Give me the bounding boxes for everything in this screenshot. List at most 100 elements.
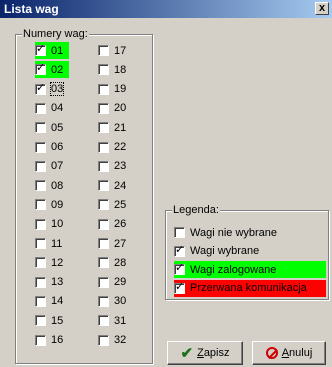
checkbox-row[interactable]: ✓ 03 <box>35 81 65 98</box>
checkbox-row[interactable]: 16 <box>35 332 63 349</box>
checkbox-row[interactable]: ✓ Wagi zalogowane <box>174 261 326 278</box>
checkbox-row[interactable]: Wagi nie wybrane <box>174 224 277 241</box>
checkbox-row[interactable]: 29 <box>98 274 126 291</box>
checkbox-label: Przerwana komunikacja <box>190 282 307 294</box>
checkbox[interactable]: ✓ <box>35 62 46 76</box>
checkbox-row[interactable]: 23 <box>98 158 126 175</box>
checkbox-label: 18 <box>114 63 127 76</box>
checkbox-label: 31 <box>114 314 127 327</box>
title-bar[interactable]: Lista wag x <box>0 0 332 18</box>
checkbox-row[interactable]: 18 <box>98 61 126 78</box>
checkbox[interactable] <box>35 315 46 327</box>
checkbox[interactable] <box>98 199 109 211</box>
checkbox-row[interactable]: 25 <box>98 196 126 213</box>
checkbox-row[interactable]: 15 <box>35 312 63 329</box>
checkbox-label: 14 <box>51 295 64 308</box>
cancel-button[interactable]: Anuluj <box>252 341 326 365</box>
window-title: Lista wag <box>4 2 59 16</box>
checkbox-row[interactable]: 31 <box>98 312 126 329</box>
checkbox[interactable] <box>98 315 109 327</box>
checkbox[interactable] <box>35 180 46 192</box>
checkbox[interactable] <box>98 218 109 230</box>
close-button[interactable]: x <box>315 2 329 15</box>
checkbox-label: 20 <box>114 102 127 115</box>
checkbox[interactable]: ✓ <box>174 262 185 275</box>
checkbox[interactable] <box>98 160 109 172</box>
checkbox-label: 22 <box>114 141 127 153</box>
checkbox-label: 28 <box>114 256 127 269</box>
checkbox-row[interactable]: 09 <box>35 196 63 213</box>
checkbox-label: 27 <box>114 237 127 250</box>
checkbox-row[interactable]: 32 <box>98 332 126 349</box>
checkbox[interactable] <box>35 122 46 134</box>
checkbox-row[interactable]: 24 <box>98 177 126 194</box>
checkbox-row[interactable]: 26 <box>98 216 126 233</box>
checkbox[interactable] <box>98 334 109 346</box>
checkbox-label: 15 <box>51 314 64 327</box>
checkbox[interactable] <box>35 295 46 307</box>
checkbox[interactable]: ✓ <box>35 81 46 95</box>
checkbox-row[interactable]: 20 <box>98 100 126 117</box>
checkbox[interactable] <box>35 218 46 230</box>
checkbox-label: 08 <box>51 179 64 192</box>
checkbox[interactable] <box>35 102 46 114</box>
checkbox-label: 21 <box>114 121 127 134</box>
checkbox[interactable] <box>98 295 109 307</box>
checkbox-row[interactable]: ✓ 01 <box>35 42 70 59</box>
checkbox-row[interactable]: 19 <box>98 81 126 98</box>
checkmark-icon: ✓ <box>36 81 46 94</box>
checkbox[interactable]: ✓ <box>174 281 185 294</box>
no-entry-icon <box>265 347 278 359</box>
checkbox-row[interactable]: 22 <box>98 139 126 156</box>
checkbox-label: Wagi wybrane <box>190 245 260 257</box>
checkbox-row[interactable]: 13 <box>35 274 63 291</box>
checkbox-label: 02 <box>51 63 64 76</box>
checkbox-row[interactable]: 11 <box>35 235 62 252</box>
legend-group: Legenda: Wagi nie wybrane ✓ Wagi wybrane ✓ W… <box>165 204 329 300</box>
save-button[interactable]: ✔ Zapisz <box>167 341 243 365</box>
checkbox[interactable] <box>35 334 46 346</box>
checkbox[interactable] <box>98 238 109 249</box>
checkbox-label: 09 <box>51 198 64 211</box>
checkbox-row[interactable]: 06 <box>35 139 63 156</box>
checkbox[interactable] <box>98 276 109 288</box>
checkbox[interactable] <box>35 238 46 249</box>
checkbox-row[interactable]: ✓ 02 <box>35 61 70 79</box>
checkbox[interactable] <box>98 83 109 95</box>
checkbox-row[interactable]: 05 <box>35 119 63 136</box>
checkbox[interactable] <box>98 180 109 192</box>
checkbox[interactable] <box>35 141 46 153</box>
checkbox[interactable] <box>174 227 185 238</box>
checkbox-row[interactable]: 17 <box>98 42 126 59</box>
checkbox-row[interactable]: 14 <box>35 293 63 310</box>
checkmark-icon: ✓ <box>175 243 185 256</box>
checkbox-row[interactable]: 28 <box>98 254 126 271</box>
checkbox-row[interactable]: 30 <box>98 293 126 310</box>
checkbox-row[interactable]: 27 <box>98 235 126 252</box>
checkbox-row[interactable]: 07 <box>35 158 63 175</box>
checkbox[interactable] <box>98 141 109 153</box>
checkbox-row[interactable]: 21 <box>98 119 126 136</box>
close-icon: x <box>318 2 326 14</box>
checkbox[interactable] <box>98 102 109 114</box>
checkbox[interactable] <box>98 257 109 269</box>
checkbox-row[interactable]: 08 <box>35 177 63 194</box>
checkbox-row[interactable]: ✓ Przerwana komunikacja <box>174 279 326 297</box>
checkbox-row[interactable]: 10 <box>35 216 63 233</box>
checkbox[interactable]: ✓ <box>35 43 46 56</box>
checkbox-label: 17 <box>114 44 127 57</box>
checkbox[interactable] <box>35 160 46 172</box>
checkbox[interactable] <box>35 199 46 211</box>
checkbox-label: 25 <box>114 198 127 211</box>
checkbox-row[interactable]: ✓ Wagi wybrane <box>174 243 259 260</box>
checkbox-row[interactable]: 12 <box>35 254 63 271</box>
checkbox-label: 05 <box>51 121 64 134</box>
checkbox[interactable] <box>35 276 46 288</box>
checkbox[interactable] <box>35 257 46 269</box>
checkbox[interactable]: ✓ <box>174 243 185 257</box>
checkbox[interactable] <box>98 122 109 134</box>
checkbox[interactable] <box>98 45 109 56</box>
checkbox[interactable] <box>98 64 109 76</box>
checkbox-row[interactable]: 04 <box>35 100 63 117</box>
numbers-group-label: Numery wag: <box>22 28 89 40</box>
